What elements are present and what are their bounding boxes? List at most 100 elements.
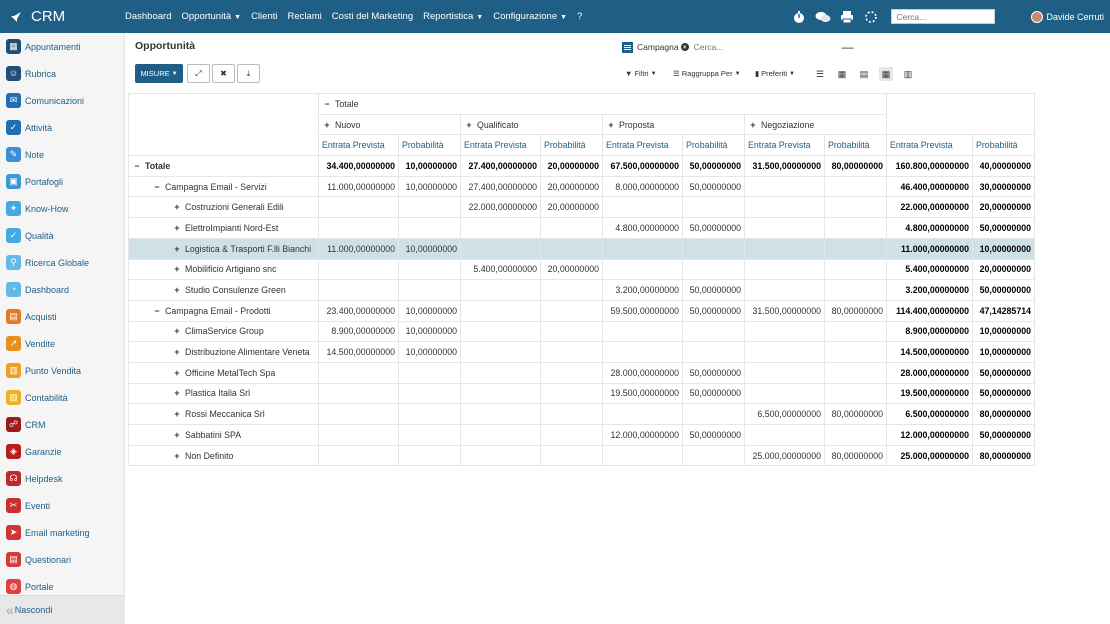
kanban-view-icon[interactable]: ▦ [835, 67, 849, 81]
table-row[interactable]: + Sabbatini SPA 12.000,00000000 50,00000000… [128, 424, 1035, 446]
sidebar-item[interactable]: ☍ CRM [0, 411, 124, 438]
table-row[interactable]: + Distribuzione Alimentare Veneta 14.500,0… [128, 341, 1035, 363]
measures-button[interactable]: MISURE ▼ [135, 64, 183, 83]
sidebar-item[interactable]: ▥ Punto Vendita [0, 357, 124, 384]
sidebar-item[interactable]: ↗ Vendite [0, 330, 124, 357]
table-row[interactable]: + Logistica & Trasporti F.lli Bianchi 11.0… [128, 237, 1035, 260]
topnav-item[interactable]: ? [577, 11, 582, 22]
sidebar-item[interactable]: ✓ Qualità [0, 222, 124, 249]
graph-view-icon[interactable]: ▥ [901, 67, 915, 81]
global-search-input[interactable] [891, 9, 996, 24]
sidebar-item[interactable]: ▣ Portafogli [0, 168, 124, 195]
sidebar-item[interactable]: ▦ Appuntamenti [0, 33, 124, 60]
table-row[interactable]: + Rossi Meccanica Srl 6.500,00000000 80,000… [128, 403, 1035, 425]
expand-icon[interactable]: ⤢ [187, 64, 210, 83]
pivot-row-header[interactable]: − Campagna Email - Prodotti [128, 299, 319, 322]
timer-icon[interactable] [791, 9, 807, 25]
pivot-view-icon[interactable]: ▦ [879, 67, 893, 81]
pivot-measure-header[interactable]: Probabilità [682, 134, 745, 157]
sidebar-item[interactable]: ▧ Contabilità [0, 384, 124, 411]
topnav-item[interactable]: Dashboard [125, 11, 171, 22]
download-icon[interactable]: ⤓ [237, 64, 260, 83]
topnav-item[interactable]: Reclami [287, 11, 321, 22]
pivot-row-header[interactable]: + Studio Consulenze Green [128, 279, 319, 301]
pivot-row-header[interactable]: − Totale [128, 155, 319, 177]
filters-dropdown[interactable]: ▼ Filtri ▼ [625, 69, 657, 78]
pivot-row-header[interactable]: + Non Definito [128, 444, 319, 467]
topnav-item[interactable]: Reportistica ▼ [423, 11, 483, 22]
pivot-measure-header[interactable]: Probabilità [540, 134, 603, 157]
pivot-measure-header[interactable]: Probabilità [824, 134, 887, 157]
sidebar-hide-button[interactable]: « Nascondi [0, 595, 125, 624]
pivot-row-header[interactable]: + ElettroImpianti Nord-Est [128, 217, 319, 239]
topnav-item[interactable]: Clienti [251, 11, 277, 22]
app-brand[interactable]: CRM [0, 8, 125, 25]
sidebar-item[interactable]: ⚲ Ricerca Globale [0, 249, 124, 276]
sidebar-item[interactable]: ✂ Eventi [0, 492, 124, 519]
sidebar-item[interactable]: ✓ Attività [0, 114, 124, 141]
table-row[interactable]: + Officine MetalTech Spa 28.000,00000000 50… [128, 361, 1035, 384]
pivot-row-header[interactable]: + Mobilificio Artigiano snc [128, 258, 319, 281]
topnav-item[interactable]: Configurazione ▼ [493, 11, 567, 22]
pivot-cell: 6.500,00000000 [886, 403, 973, 425]
pivot-row-header[interactable]: + Costruzioni Generali Edili [128, 196, 319, 219]
pivot-measure-header[interactable]: Entrata Prevista [460, 134, 541, 157]
pivot-col-header-stage[interactable]: + Nuovo [318, 113, 461, 136]
table-row[interactable]: + Non Definito 25.000,00000000 80,00000000 2… [128, 444, 1035, 467]
pivot-row-header[interactable]: + Logistica & Trasporti F.lli Bianchi [128, 237, 319, 260]
table-row[interactable]: − Totale 34.400,00000000 10,00000000 27.400,… [128, 155, 1035, 177]
table-row[interactable]: − Campagna Email - Servizi 11.000,00000000… [128, 175, 1035, 198]
calendar-view-icon[interactable]: ▤ [857, 67, 871, 81]
pivot-measure-header[interactable]: Entrata Prevista [318, 134, 399, 157]
table-row[interactable]: + ElettroImpianti Nord-Est 4.800,00000000 5… [128, 217, 1035, 239]
chat-icon[interactable] [815, 9, 831, 25]
topnav-item[interactable]: Costi del Marketing [332, 11, 413, 22]
table-row[interactable]: − Campagna Email - Prodotti 23.400,0000000… [128, 299, 1035, 322]
pivot-row-header[interactable]: + Sabbatini SPA [128, 424, 319, 446]
table-row[interactable]: + Costruzioni Generali Edili 22.000,000000… [128, 196, 1035, 219]
facet-remove-icon[interactable]: ✕ [680, 43, 689, 51]
search-input[interactable] [693, 42, 834, 52]
groupby-dropdown[interactable]: ☰ Raggruppa Per ▼ [673, 69, 741, 78]
sidebar-item[interactable]: ◔ Dashboard [0, 276, 124, 303]
sidebar-item[interactable]: ✉ Comunicazioni [0, 87, 124, 114]
collapse-icon[interactable]: ✖ [212, 64, 235, 83]
pivot-col-header-stage[interactable]: + Qualificato [460, 113, 603, 136]
table-row[interactable]: + Plastica Italia Srl 19.500,00000000 50,00… [128, 382, 1035, 405]
table-row[interactable]: + Studio Consulenze Green 3.200,00000000 50… [128, 279, 1035, 301]
pivot-col-header-stage[interactable]: + Proposta [602, 113, 745, 136]
sidebar-item[interactable]: ◈ Garanzie [0, 438, 124, 465]
table-row[interactable]: + Mobilificio Artigiano snc 5.400,00000000… [128, 258, 1035, 281]
pivot-row-header[interactable]: + Plastica Italia Srl [128, 382, 319, 405]
pivot-row-header[interactable]: + Rossi Meccanica Srl [128, 403, 319, 425]
pivot-measure-header[interactable]: Probabilità [398, 134, 461, 157]
sidebar-item[interactable]: ▤ Acquisti [0, 303, 124, 330]
search-collapse-icon[interactable]: — [842, 40, 854, 54]
table-row[interactable]: + ClimaService Group 8.900,00000000 10,0000… [128, 320, 1035, 343]
favorites-dropdown[interactable]: ▮ Preferiti ▼ [755, 69, 795, 78]
pivot-measure-header[interactable]: Entrata Prevista [744, 134, 825, 157]
pivot-col-header-stage[interactable]: + Negoziazione [744, 113, 887, 136]
sidebar-item[interactable]: ➤ Email marketing [0, 519, 124, 546]
sidebar-item[interactable]: ☺ Rubrica [0, 60, 124, 87]
sidebar-item[interactable]: ✦ Know-How [0, 195, 124, 222]
list-view-icon[interactable]: ☰ [813, 67, 827, 81]
pivot-cell: 50,00000000 [682, 382, 745, 405]
topnav-item-label: Dashboard [125, 11, 172, 22]
pivot-measure-header[interactable]: Entrata Prevista [602, 134, 683, 157]
sidebar-item[interactable]: ✎ Note [0, 141, 124, 168]
pivot-measure-header[interactable]: Entrata Prevista [886, 134, 973, 157]
pivot-cell: 20,00000000 [972, 258, 1035, 281]
pivot-row-header[interactable]: + ClimaService Group [128, 320, 319, 343]
pivot-row-header[interactable]: + Distribuzione Alimentare Veneta [128, 341, 319, 363]
search-bar[interactable]: Campagna ✕ — [622, 40, 854, 54]
pivot-row-header[interactable]: − Campagna Email - Servizi [128, 175, 319, 198]
sidebar-item[interactable]: ▤ Questionari [0, 546, 124, 573]
topnav-item[interactable]: Opportunità ▼ [181, 11, 241, 22]
print-icon[interactable] [839, 9, 855, 25]
sidebar-item[interactable]: ☊ Helpdesk [0, 465, 124, 492]
user-menu[interactable]: Davide Cerruti [1031, 10, 1104, 23]
pivot-row-header[interactable]: + Officine MetalTech Spa [128, 361, 319, 384]
pivot-measure-header[interactable]: Probabilità [972, 134, 1035, 157]
pivot-col-header-total[interactable]: − Totale [318, 93, 887, 115]
